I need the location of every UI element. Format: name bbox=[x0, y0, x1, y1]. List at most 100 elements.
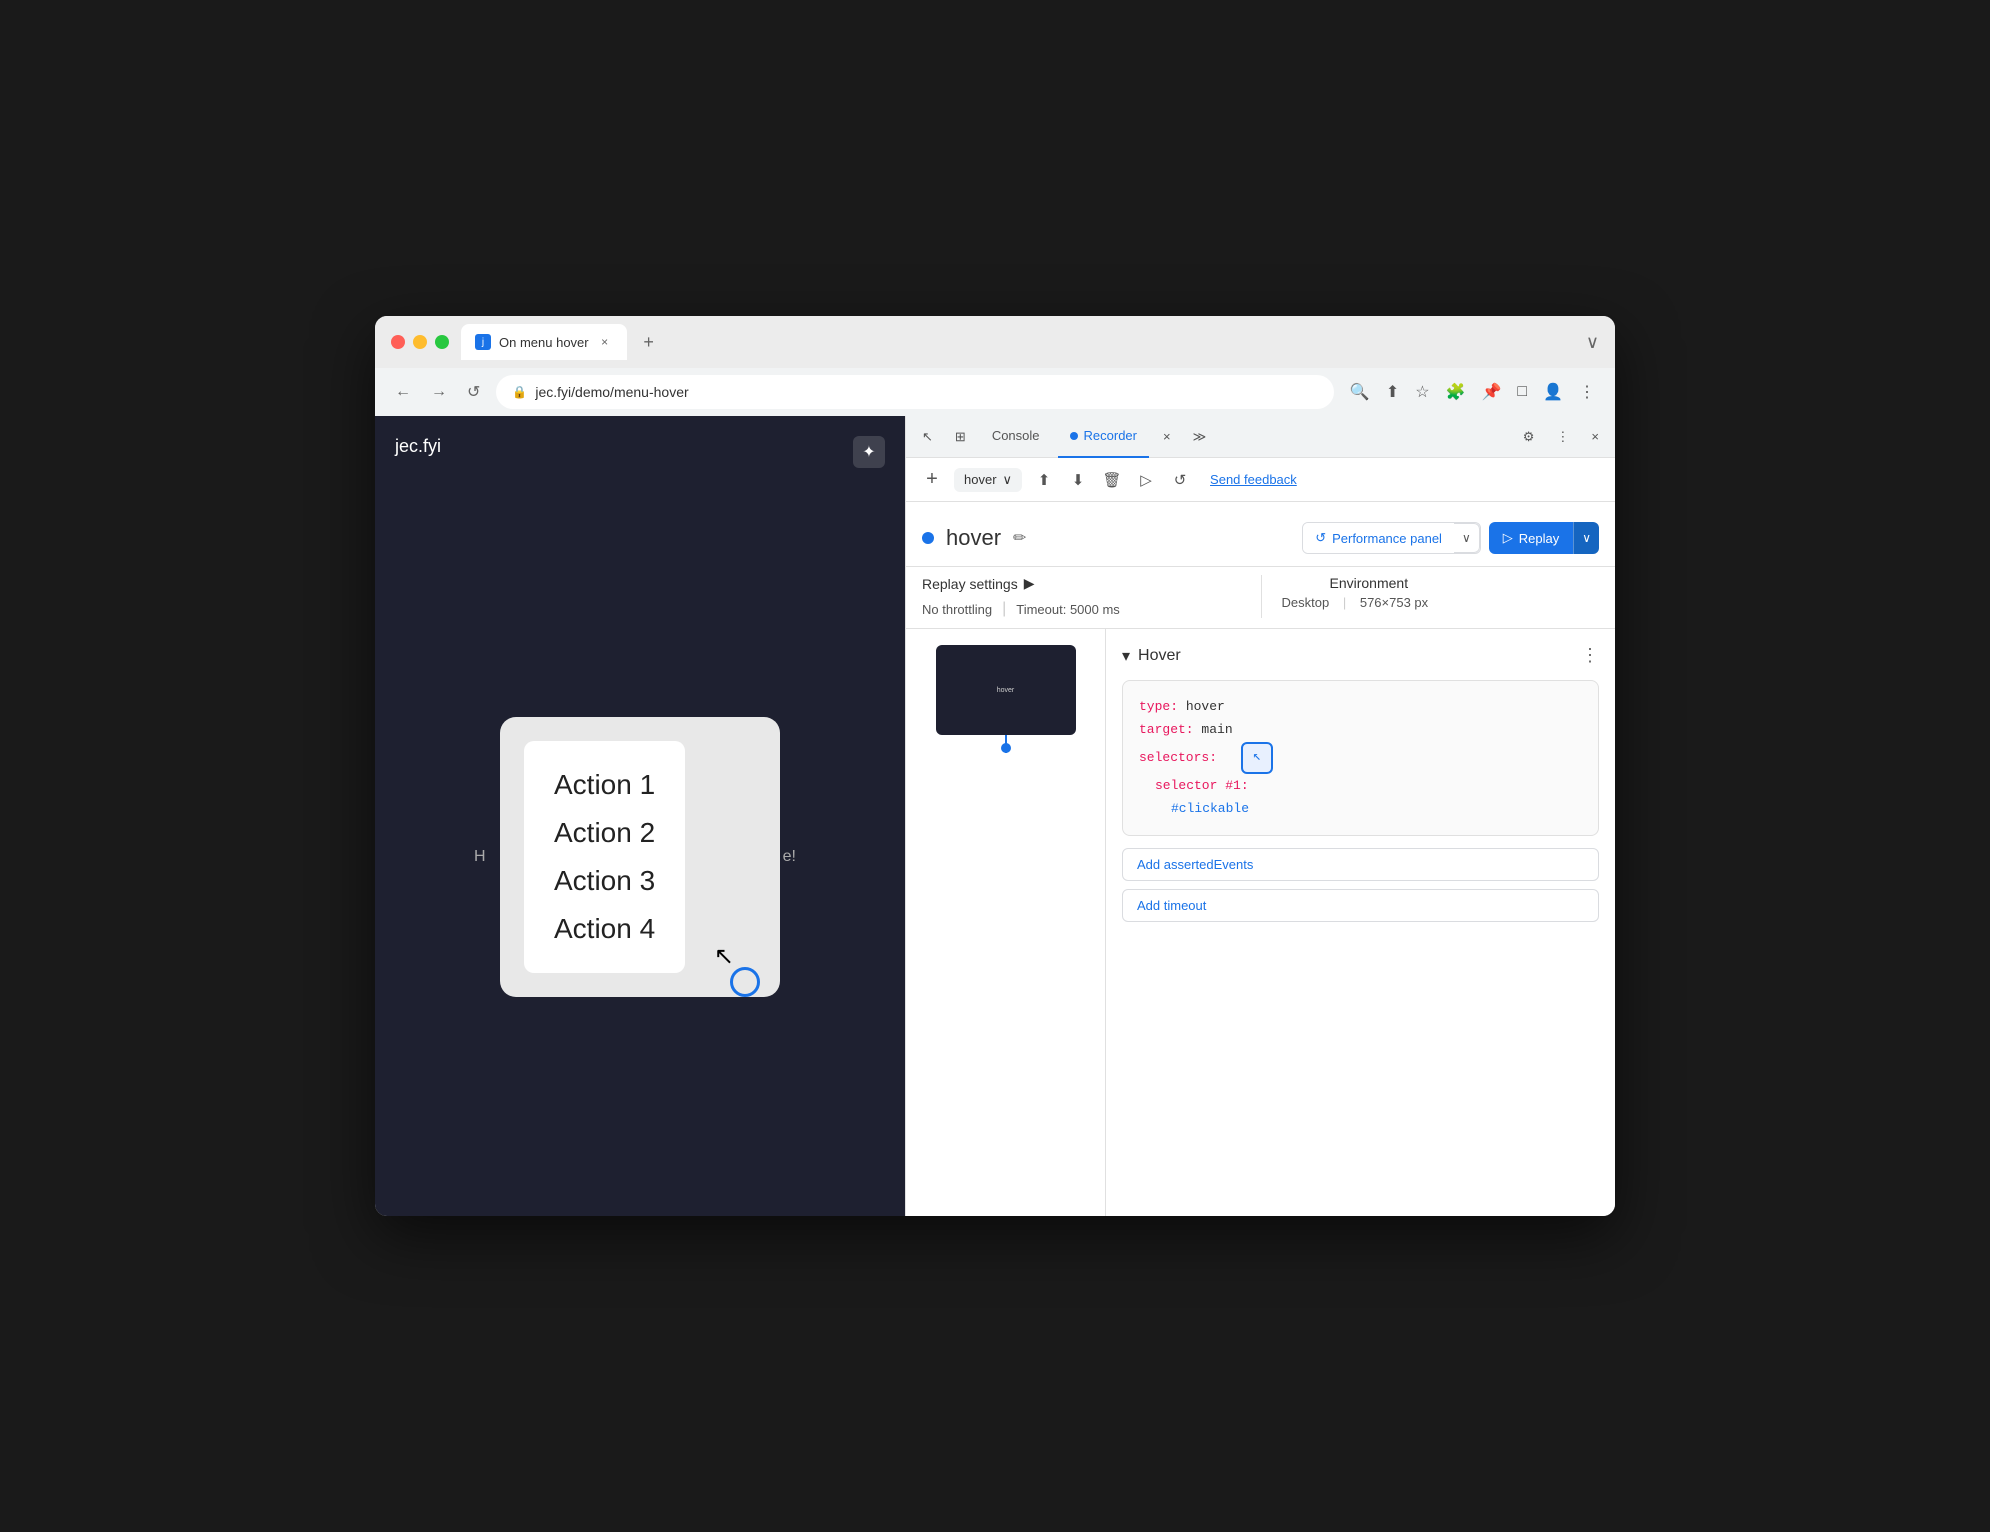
menu-white-card: Action 1 Action 2 Action 3 Action 4 bbox=[524, 741, 685, 973]
tab-list-button[interactable]: ∨ bbox=[1586, 332, 1599, 353]
extensions-icon[interactable]: 🧩 bbox=[1442, 378, 1470, 406]
step-over-button[interactable]: ▷ bbox=[1132, 466, 1160, 494]
step-menu-button[interactable]: ⋮ bbox=[1581, 645, 1599, 666]
maximize-traffic-light[interactable] bbox=[435, 335, 449, 349]
type-val: hover bbox=[1186, 699, 1225, 714]
more-icon[interactable]: ⋮ bbox=[1575, 378, 1599, 406]
back-button[interactable]: ← bbox=[391, 379, 415, 405]
new-tab-button[interactable]: + bbox=[635, 328, 663, 356]
cursor-arrow-icon: ↖ bbox=[714, 942, 734, 971]
devtools-panel: ↖ ⊞ Console Recorder × ≫ ⚙ ⋮ × bbox=[905, 416, 1615, 1216]
delete-button[interactable]: 🗑 bbox=[1098, 466, 1126, 494]
recorder-active-dot bbox=[1070, 432, 1078, 440]
timeout-value: Timeout: 5000 ms bbox=[1016, 602, 1120, 617]
replay-settings-label: Replay settings bbox=[922, 576, 1018, 592]
refresh-button[interactable]: ↺ bbox=[463, 378, 484, 406]
devtools-close-button[interactable]: × bbox=[1583, 425, 1607, 448]
settings-separator: | bbox=[1002, 600, 1006, 618]
tab-title: On menu hover bbox=[499, 335, 589, 350]
theme-toggle-button[interactable]: ✦ bbox=[853, 436, 885, 468]
send-feedback-link[interactable]: Send feedback bbox=[1210, 472, 1297, 487]
settings-button[interactable]: ⚙ bbox=[1515, 425, 1543, 449]
devtools-more-button[interactable]: ⋮ bbox=[1548, 425, 1577, 449]
selectors-key: selectors: bbox=[1139, 746, 1217, 769]
expand-icon: ▶ bbox=[1024, 575, 1035, 592]
device-button[interactable]: ⊞ bbox=[947, 425, 974, 449]
step-header: ▾ Hover ⋮ bbox=[1122, 645, 1599, 666]
code-block: type: hover target: main selectors: ↖ bbox=[1122, 680, 1599, 836]
replay-settings-row: Replay settings ▶ No throttling | Timeou… bbox=[906, 567, 1615, 629]
hover-label: H bbox=[474, 848, 486, 866]
tab-close-button[interactable]: × bbox=[597, 334, 613, 350]
menu-item-4: Action 4 bbox=[554, 905, 655, 953]
device-label: Desktop bbox=[1282, 595, 1330, 610]
environment-title: Environment bbox=[1330, 575, 1600, 591]
perf-panel-dropdown-button[interactable]: ∨ bbox=[1454, 523, 1480, 553]
target-row: target: main bbox=[1139, 718, 1582, 741]
type-row: type: hover bbox=[1139, 695, 1582, 718]
env-separator: | bbox=[1343, 595, 1346, 610]
replay-dropdown-button[interactable]: ∨ bbox=[1573, 522, 1599, 554]
split-screen-icon[interactable]: □ bbox=[1513, 379, 1531, 405]
edit-name-button[interactable]: ✏ bbox=[1013, 528, 1026, 548]
selector-picker-button[interactable]: ↖ bbox=[1241, 742, 1273, 774]
add-recording-button[interactable]: + bbox=[918, 466, 946, 494]
add-timeout-button[interactable]: Add timeout bbox=[1122, 889, 1599, 922]
bookmark-icon[interactable]: ☆ bbox=[1411, 378, 1433, 406]
target-key: target: bbox=[1139, 722, 1194, 737]
replay-group: ▷ Replay ∨ bbox=[1489, 522, 1599, 554]
resolution-label: 576×753 px bbox=[1360, 595, 1428, 610]
recorder-toolbar: + hover ∨ ⬆ ⬇ 🗑 ▷ ↺ Send feedback bbox=[906, 458, 1615, 502]
thumbnail-content: hover bbox=[993, 683, 1019, 698]
replay-settings-left: Replay settings ▶ No throttling | Timeou… bbox=[922, 575, 1261, 618]
recording-info: hover ✏ ↺ Performance panel ∨ ▷ bbox=[906, 502, 1615, 567]
replay-settings-details: No throttling | Timeout: 5000 ms bbox=[922, 600, 1261, 618]
perf-panel-group: ↺ Performance panel ∨ bbox=[1302, 522, 1481, 554]
replay-settings-title[interactable]: Replay settings ▶ bbox=[922, 575, 1261, 592]
selector-num-key: selector #1: bbox=[1155, 778, 1249, 793]
recording-actions: ⬆ ⬇ 🗑 ▷ ↺ bbox=[1030, 466, 1194, 494]
performance-panel-button[interactable]: ↺ Performance panel bbox=[1303, 523, 1454, 553]
step-thumbnail[interactable]: hover bbox=[936, 645, 1076, 735]
step-expand-icon: ▾ bbox=[1122, 646, 1130, 666]
main-content: jec.fyi ✦ H Action 1 Action 2 Action 3 A… bbox=[375, 416, 1615, 1216]
recording-name: hover bbox=[964, 472, 997, 487]
forward-button[interactable]: → bbox=[427, 379, 451, 405]
perf-icon: ↺ bbox=[1315, 530, 1326, 546]
recorder-close-button[interactable]: × bbox=[1155, 425, 1179, 448]
recording-selector[interactable]: hover ∨ bbox=[954, 468, 1022, 492]
console-tab[interactable]: Console bbox=[980, 416, 1052, 458]
recorder-tab-label: Recorder bbox=[1084, 428, 1137, 443]
close-traffic-light[interactable] bbox=[391, 335, 405, 349]
step-details: ▾ Hover ⋮ type: hover target: main bbox=[1106, 629, 1615, 1216]
minimize-traffic-light[interactable] bbox=[413, 335, 427, 349]
lock-icon: 🔒 bbox=[512, 385, 527, 399]
more-tabs-button[interactable]: ≫ bbox=[1185, 425, 1215, 449]
menu-card: H Action 1 Action 2 Action 3 Action 4 e!… bbox=[500, 717, 780, 997]
console-tab-label: Console bbox=[992, 428, 1040, 443]
search-icon[interactable]: 🔍 bbox=[1346, 378, 1374, 406]
tab-bar: j On menu hover × + ∨ bbox=[461, 324, 1599, 360]
account-icon[interactable]: 👤 bbox=[1539, 378, 1567, 406]
tab-favicon: j bbox=[475, 334, 491, 350]
selector-num-row: selector #1: bbox=[1139, 774, 1582, 797]
upload-button[interactable]: ⬆ bbox=[1030, 466, 1058, 494]
selector-dropdown-icon: ∨ bbox=[1003, 472, 1013, 488]
add-asserted-events-button[interactable]: Add assertedEvents bbox=[1122, 848, 1599, 881]
site-title: jec.fyi bbox=[395, 436, 441, 457]
recorder-tab[interactable]: Recorder bbox=[1058, 416, 1149, 458]
active-tab[interactable]: j On menu hover × bbox=[461, 324, 627, 360]
exclaim-label: e! bbox=[783, 848, 796, 866]
profile-icon[interactable]: 📌 bbox=[1477, 378, 1505, 406]
timeline-column: hover bbox=[906, 629, 1106, 1216]
target-val: main bbox=[1201, 722, 1232, 737]
recording-status-dot bbox=[922, 532, 934, 544]
share-icon[interactable]: ⬆ bbox=[1382, 378, 1403, 406]
inspector-button[interactable]: ↖ bbox=[914, 425, 941, 449]
address-input[interactable]: 🔒 jec.fyi/demo/menu-hover bbox=[496, 375, 1333, 409]
download-button[interactable]: ⬇ bbox=[1064, 466, 1092, 494]
undo-button[interactable]: ↺ bbox=[1166, 466, 1194, 494]
replay-main-button[interactable]: ▷ Replay bbox=[1489, 522, 1573, 554]
replay-label: Replay bbox=[1519, 531, 1559, 546]
devtools-toolbar: ↖ ⊞ Console Recorder × ≫ ⚙ ⋮ × bbox=[906, 416, 1615, 458]
